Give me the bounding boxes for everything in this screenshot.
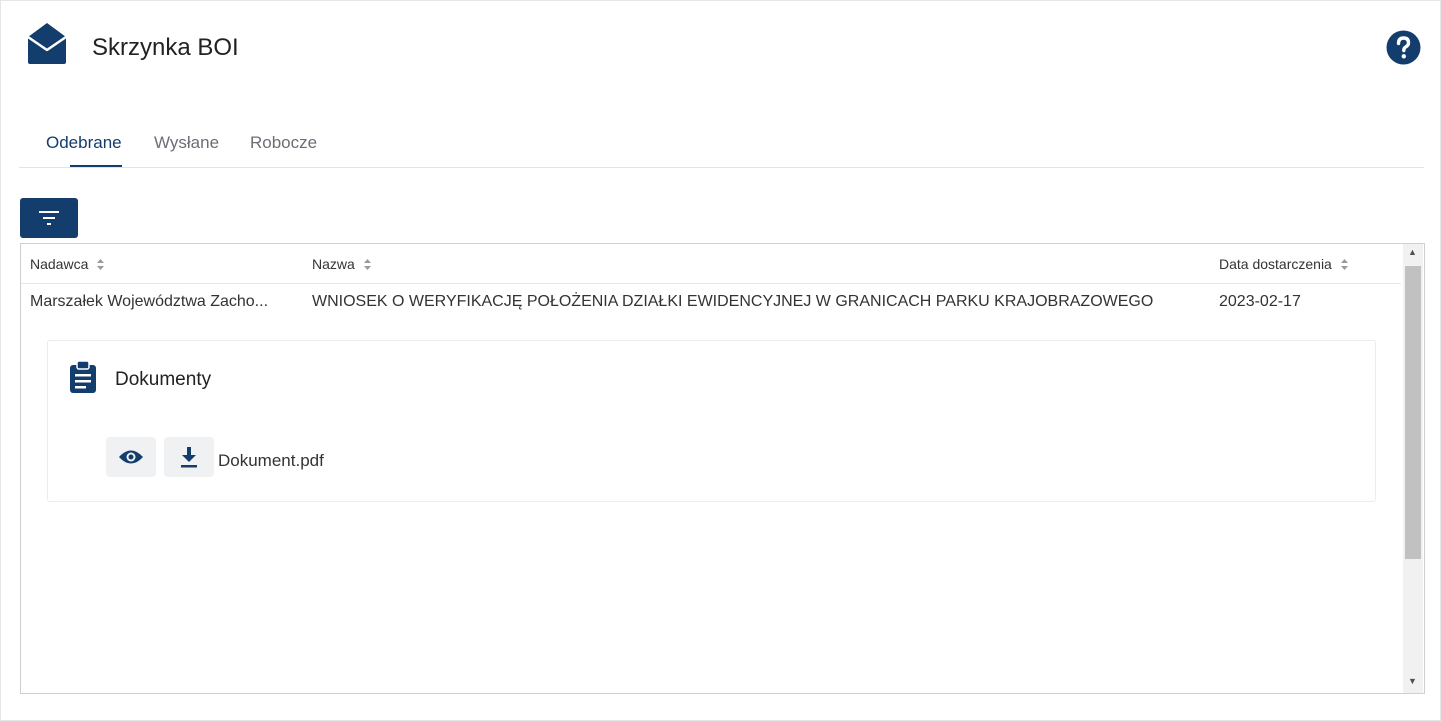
- filter-button[interactable]: [20, 198, 78, 238]
- download-icon: [181, 447, 197, 468]
- scrollbar-thumb[interactable]: [1405, 266, 1421, 559]
- scroll-up-arrow-icon[interactable]: ▲: [1408, 247, 1417, 257]
- cell-sender[interactable]: Marszałek Województwa Zacho...: [30, 293, 268, 311]
- sort-icon: [1340, 258, 1348, 270]
- tab-wyslane[interactable]: Wysłane: [154, 133, 219, 153]
- column-header-nazwa[interactable]: Nazwa: [312, 256, 372, 272]
- question-circle-icon[interactable]: [1386, 30, 1421, 65]
- active-tab-indicator: [70, 165, 122, 167]
- column-label-nadawca: Nadawca: [30, 256, 89, 272]
- documents-title: Dokumenty: [115, 369, 212, 390]
- header-divider: [21, 283, 1401, 284]
- envelope-open-icon: [27, 23, 67, 64]
- column-label-nazwa: Nazwa: [312, 256, 355, 272]
- cell-date[interactable]: 2023-02-17: [1219, 293, 1301, 311]
- vertical-scrollbar[interactable]: ▲ ▼: [1403, 244, 1423, 693]
- column-header-nadawca[interactable]: Nadawca: [30, 256, 105, 272]
- preview-button[interactable]: [106, 437, 156, 477]
- app-window: Skrzynka BOI Odebrane Wysłane Robocze Na…: [0, 0, 1441, 721]
- filter-icon: [39, 211, 59, 225]
- eye-icon: [119, 450, 143, 464]
- cell-name[interactable]: WNIOSEK O WERYFIKACJĘ POŁOŻENIA DZIAŁKI …: [312, 293, 1153, 311]
- documents-panel: Dokumenty Dokument.pdf: [47, 340, 1376, 502]
- column-label-data-dostarczenia: Data dostarczenia: [1219, 256, 1332, 272]
- tab-robocze[interactable]: Robocze: [250, 133, 317, 153]
- page-title: Skrzynka BOI: [92, 34, 239, 61]
- scroll-down-arrow-icon[interactable]: ▼: [1408, 676, 1417, 686]
- document-file-name[interactable]: Dokument.pdf: [218, 451, 324, 471]
- messages-table: Nadawca Nazwa Data dostarczenia Marszałe…: [20, 243, 1425, 694]
- download-button[interactable]: [164, 437, 214, 477]
- sort-icon: [97, 258, 105, 270]
- clipboard-list-icon: [70, 361, 96, 393]
- column-header-data-dostarczenia[interactable]: Data dostarczenia: [1219, 256, 1349, 272]
- tab-bar: Odebrane Wysłane Robocze: [19, 121, 1424, 168]
- sort-icon: [363, 258, 371, 270]
- tab-odebrane[interactable]: Odebrane: [46, 133, 122, 153]
